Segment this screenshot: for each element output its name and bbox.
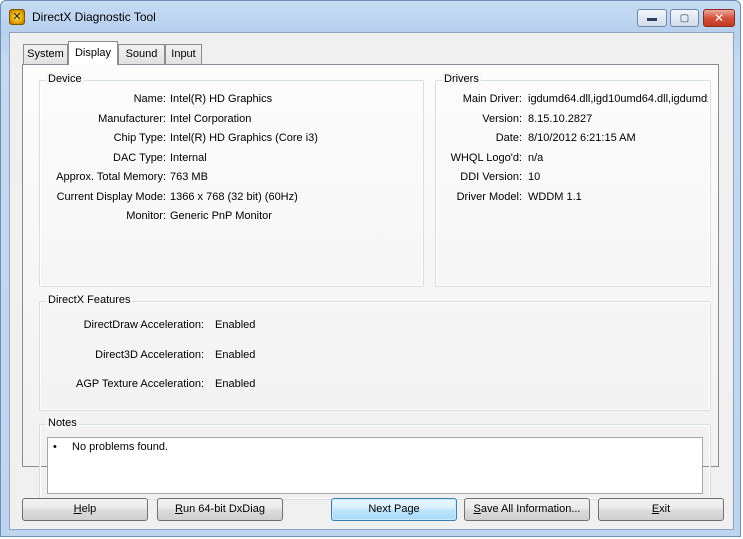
field-label: AGP Texture Acceleration:	[76, 378, 204, 390]
exit-button[interactable]: Exit	[598, 498, 724, 521]
tab-sound[interactable]: Sound	[118, 44, 165, 64]
field-label: DDI Version:	[460, 171, 522, 183]
drivers-group-title: Drivers	[442, 73, 481, 85]
minimize-icon: ▬	[647, 12, 657, 24]
field-label: Manufacturer:	[98, 113, 166, 125]
field-value: Intel(R) HD Graphics (Core i3)	[170, 132, 318, 144]
close-button[interactable]: ✕	[703, 9, 735, 27]
notes-textbox[interactable]: • No problems found.	[47, 437, 703, 494]
field-label: Direct3D Acceleration:	[95, 349, 204, 361]
field-label: Current Display Mode:	[56, 191, 166, 203]
title-bar[interactable]: ✕ DirectX Diagnostic Tool ▬ ▢ ✕	[1, 1, 740, 33]
field-value: WDDM 1.1	[528, 191, 582, 203]
field-label: WHQL Logo'd:	[450, 152, 522, 164]
help-label: elp	[81, 503, 97, 515]
help-mnemonic: H	[73, 503, 82, 515]
drivers-group: Drivers Main Driver: igdumd64.dll,igd10u…	[435, 73, 711, 287]
field-label: DirectDraw Acceleration:	[83, 319, 204, 331]
run64-label: un 64-bit DxDiag	[183, 503, 265, 515]
field-value: Enabled	[215, 319, 256, 331]
note-item: No problems found.	[72, 441, 168, 453]
exit-label: xit	[659, 503, 671, 515]
field-label: Approx. Total Memory:	[56, 171, 166, 183]
run64-mnemonic: R	[175, 503, 183, 515]
device-group: Device Name: Intel(R) HD Graphics Manufa…	[39, 73, 424, 287]
field-label: Main Driver:	[462, 93, 522, 105]
field-label: Chip Type:	[113, 132, 166, 144]
display-tab-panel: Device Name: Intel(R) HD Graphics Manufa…	[22, 64, 719, 500]
next-page-button[interactable]: Next Page	[331, 498, 457, 521]
tab-system[interactable]: System	[23, 44, 68, 64]
device-group-title: Device	[46, 73, 84, 85]
save-label: ave All Information...	[480, 503, 581, 515]
notes-group-title: Notes	[46, 417, 79, 429]
field-label: Version:	[482, 113, 522, 125]
field-value: 8.15.10.2827	[528, 113, 593, 125]
field-label: DAC Type:	[113, 152, 166, 164]
save-all-information-button[interactable]: Save All Information...	[464, 498, 590, 521]
maximize-button[interactable]: ▢	[670, 9, 699, 27]
field-value: Enabled	[215, 378, 256, 390]
window-title: DirectX Diagnostic Tool	[32, 10, 156, 24]
client-area: System Display Sound Input Device Name: …	[9, 32, 734, 530]
close-icon: ✕	[713, 11, 725, 25]
field-label: Date:	[495, 132, 522, 144]
field-value: Generic PnP Monitor	[170, 210, 272, 222]
notes-group: Notes • No problems found.	[39, 417, 711, 500]
help-button[interactable]: Help	[22, 498, 148, 521]
field-value: n/a	[528, 152, 544, 164]
field-value: igdumd64.dll,igd10umd64.dll,igdumdx	[528, 93, 708, 105]
minimize-button[interactable]: ▬	[637, 9, 667, 27]
tab-display[interactable]: Display	[68, 41, 118, 65]
field-value: 1366 x 768 (32 bit) (60Hz)	[170, 191, 298, 203]
field-label: Driver Model:	[456, 191, 522, 203]
bullet-icon: •	[53, 441, 57, 453]
field-label: Monitor:	[126, 210, 166, 222]
directx-icon: ✕	[9, 9, 25, 25]
field-value: Internal	[170, 152, 207, 164]
field-value: Intel Corporation	[170, 113, 252, 125]
field-value: 10	[528, 171, 541, 183]
run-64bit-dxdiag-button[interactable]: Run 64-bit DxDiag	[157, 498, 283, 521]
field-value: Enabled	[215, 349, 256, 361]
field-value: 8/10/2012 6:21:15 AM	[528, 132, 636, 144]
field-value: Intel(R) HD Graphics	[170, 93, 273, 105]
maximize-icon: ▢	[679, 12, 690, 24]
field-label: Name:	[133, 93, 166, 105]
directx-features-group: DirectX Features DirectDraw Acceleration…	[39, 294, 711, 411]
tab-input[interactable]: Input	[165, 44, 202, 64]
features-group-title: DirectX Features	[46, 294, 133, 306]
save-mnemonic: S	[473, 503, 481, 515]
dxdiag-window: ✕ DirectX Diagnostic Tool ▬ ▢ ✕ System D…	[0, 0, 741, 537]
field-value: 763 MB	[170, 171, 208, 183]
